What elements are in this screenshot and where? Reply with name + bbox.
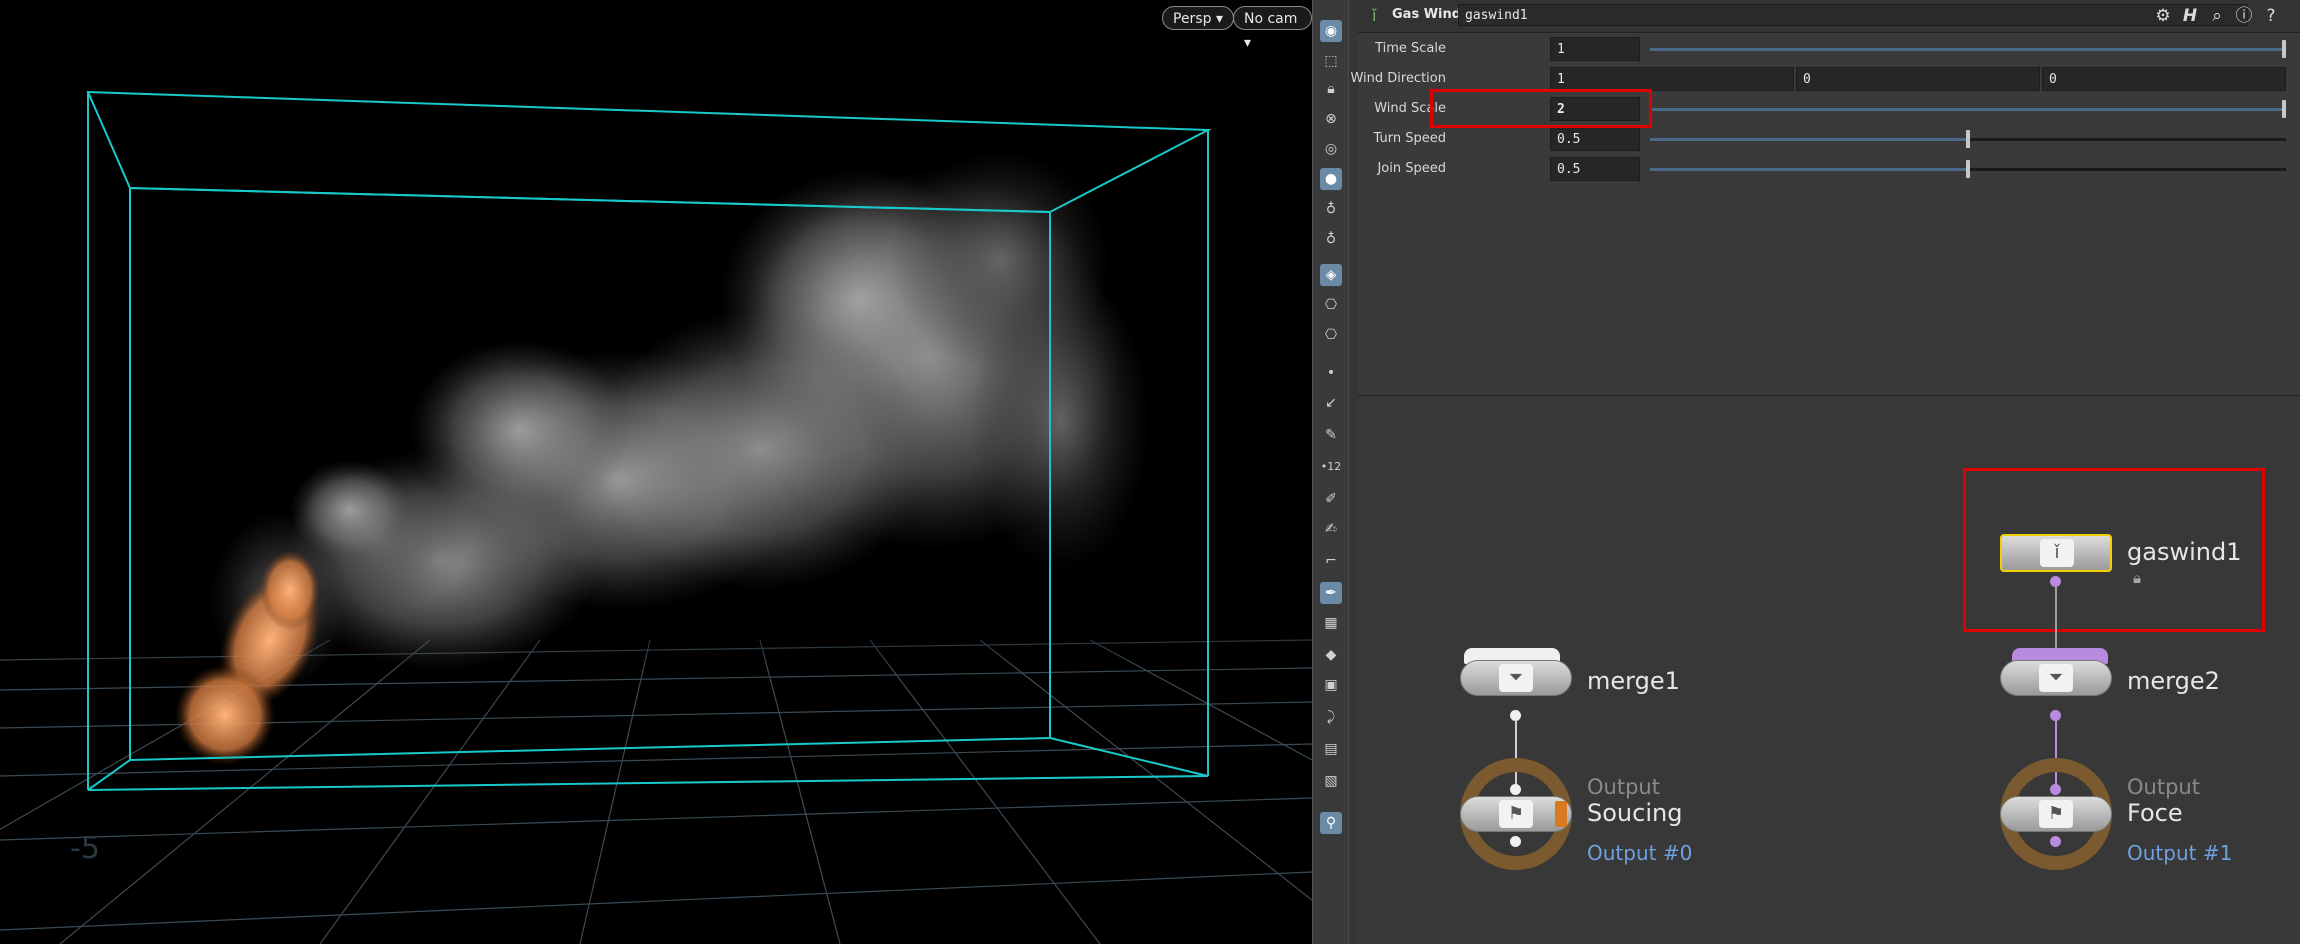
node-type-label: Gas Wind: [1392, 7, 1462, 22]
output0-label: Soucing: [1587, 799, 1683, 827]
vector-icon[interactable]: ↙: [1320, 392, 1342, 414]
pen-icon[interactable]: ✎: [1320, 424, 1342, 446]
node-type-icon[interactable]: ǐ: [1372, 6, 1376, 25]
help-icon[interactable]: ?: [2259, 4, 2283, 28]
ghost-icon[interactable]: ⊗: [1320, 108, 1342, 130]
output-flag-icon: ⚑: [1499, 800, 1533, 828]
svg-text:-5: -5: [70, 831, 100, 866]
gaswind1-wire: [2055, 586, 2057, 648]
param-label: Turn Speed: [1373, 131, 1446, 146]
wind-scale-slider[interactable]: [1650, 100, 2286, 118]
gaswind1-label: gaswind1: [2127, 538, 2242, 566]
merge2-node[interactable]: ⏷: [2000, 660, 2112, 696]
pen-alt-icon[interactable]: ✒: [1320, 582, 1342, 604]
turn-speed-slider[interactable]: [1650, 130, 2286, 148]
parameter-pane: ǐ Gas Wind gaswind1 ⚙ H ⌕ ⓘ ? Time Scale…: [1350, 0, 2300, 396]
diamond-icon[interactable]: ◆: [1320, 644, 1342, 666]
output1-input-dot[interactable]: [2050, 784, 2061, 795]
camera-alt-icon[interactable]: ⎔: [1320, 324, 1342, 346]
color-icon[interactable]: ◈: [1320, 264, 1342, 286]
parameter-header: ǐ Gas Wind gaswind1 ⚙ H ⌕ ⓘ ?: [1358, 0, 2300, 33]
image-icon[interactable]: ▣: [1320, 674, 1342, 696]
param-time-scale: Time Scale 1: [1358, 37, 2300, 63]
persp-menu-button[interactable]: Persp ▾: [1162, 6, 1234, 30]
wind-direction-y-field[interactable]: 0: [1796, 67, 2040, 91]
picture-icon[interactable]: ▧: [1320, 770, 1342, 792]
output-flag-icon: ⚑: [2039, 800, 2073, 828]
point-icon[interactable]: •: [1320, 362, 1342, 384]
output0-link[interactable]: Output #0: [1587, 841, 1692, 865]
gaswind1-node[interactable]: ǐ: [2000, 534, 2112, 572]
search-icon[interactable]: ⌕: [2205, 4, 2229, 28]
bulb-icon[interactable]: ♁: [1320, 198, 1342, 220]
select-icon[interactable]: ⬚: [1320, 50, 1342, 72]
pin-icon[interactable]: ⚲: [1320, 812, 1342, 834]
turn-speed-field[interactable]: 0.5: [1550, 127, 1640, 151]
output0-type: Output: [1587, 775, 1660, 799]
info-icon[interactable]: ⓘ: [2232, 4, 2256, 28]
slider-fill: [1650, 108, 2286, 111]
camera-icon[interactable]: ⎔: [1320, 294, 1342, 316]
3d-viewport[interactable]: -5 Persp ▾ No cam ▾: [0, 0, 1312, 944]
funnel-icon: ⏷: [1499, 664, 1533, 692]
slider-fill: [1650, 138, 1968, 141]
nocam-menu-button[interactable]: No cam ▾: [1233, 6, 1312, 51]
number-icon[interactable]: •12: [1320, 456, 1342, 478]
output0-input-dot[interactable]: [1510, 784, 1521, 795]
slider-handle[interactable]: [1966, 160, 1970, 178]
eye-icon[interactable]: ◉: [1320, 20, 1342, 42]
display-flag[interactable]: [1555, 801, 1567, 827]
merge1-label: merge1: [1587, 667, 1680, 695]
checker-icon[interactable]: ▦: [1320, 612, 1342, 634]
time-scale-field[interactable]: 1: [1550, 37, 1640, 61]
output1-type: Output: [2127, 775, 2200, 799]
light-icon[interactable]: ●: [1320, 168, 1342, 190]
param-join-speed: Join Speed 0.5: [1358, 157, 2300, 183]
node-network[interactable]: ⏷ merge1 ⚑ Output Soucing Output #0 ǐ ga…: [1358, 396, 2300, 944]
bone-icon[interactable]: ⤸: [1320, 706, 1342, 728]
output1-node[interactable]: ⚑: [2000, 796, 2112, 832]
output1-output-dot[interactable]: [2050, 836, 2061, 847]
funnel-icon: ⏷: [2039, 664, 2073, 692]
viewport-toolbar: ◉ ⬚ 🔒︎ ⊗ ◎ ● ♁ ♁ ◈ ⎔ ⎔ • ↙ ✎ •12 ✐ ✍ ⌐ ✒…: [1312, 0, 1349, 944]
nocam-label: No cam: [1244, 11, 1298, 27]
output0-output-dot[interactable]: [1510, 836, 1521, 847]
lock-icon[interactable]: 🔒︎: [1320, 78, 1342, 100]
slider-handle[interactable]: [2282, 100, 2286, 118]
paint-icon[interactable]: ✍: [1320, 518, 1342, 540]
slider-handle[interactable]: [1966, 130, 1970, 148]
viewport-scene: -5: [0, 90, 1312, 944]
param-label: Wind Direction: [1350, 71, 1446, 86]
snap-icon[interactable]: ◎: [1320, 138, 1342, 160]
time-scale-slider[interactable]: [1650, 40, 2286, 58]
box-icon[interactable]: ▤: [1320, 738, 1342, 760]
join-speed-slider[interactable]: [1650, 160, 2286, 178]
houdini-help-icon[interactable]: H: [2178, 4, 2202, 28]
param-label: Join Speed: [1377, 161, 1446, 176]
merge2-label: merge2: [2127, 667, 2220, 695]
param-turn-speed: Turn Speed 0.5: [1358, 127, 2300, 153]
node-name-field[interactable]: gaswind1: [1458, 4, 2248, 26]
gear-icon[interactable]: ⚙: [2151, 4, 2175, 28]
slider-fill: [1650, 168, 1968, 171]
param-label: Time Scale: [1375, 41, 1446, 56]
output1-label: Foce: [2127, 799, 2183, 827]
bulb-alt-icon[interactable]: ♁: [1320, 228, 1342, 250]
persp-label: Persp: [1173, 11, 1212, 27]
output0-node[interactable]: ⚑: [1460, 796, 1572, 832]
slider-fill: [1650, 48, 2286, 51]
join-speed-field[interactable]: 0.5: [1550, 157, 1640, 181]
wind-direction-x-field[interactable]: 1: [1550, 67, 1794, 91]
wind-scale-highlight: [1430, 89, 1652, 128]
merge1-node[interactable]: ⏷: [1460, 660, 1572, 696]
slider-handle[interactable]: [2282, 40, 2286, 58]
lock-icon[interactable]: 🔒︎: [2133, 569, 2141, 587]
brush-icon[interactable]: ✐: [1320, 488, 1342, 510]
bend-icon[interactable]: ⌐: [1320, 550, 1342, 572]
wind-icon: ǐ: [2040, 539, 2074, 567]
output1-link[interactable]: Output #1: [2127, 841, 2232, 865]
wind-direction-z-field[interactable]: 0: [2042, 67, 2286, 91]
